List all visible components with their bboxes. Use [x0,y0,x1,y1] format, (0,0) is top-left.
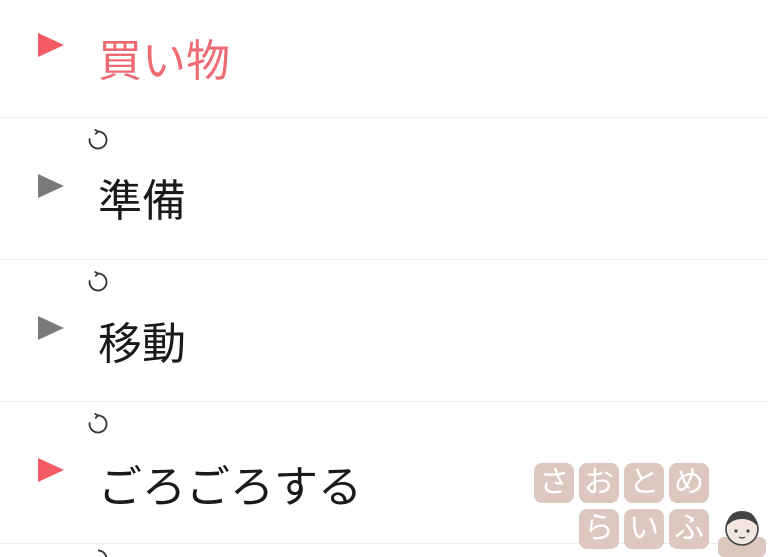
play-triangle-icon[interactable] [38,174,64,198]
item-label: 準備 [98,176,186,227]
item-label: 買い物 [98,36,230,87]
list-item[interactable]: 移動 [0,260,768,400]
play-triangle-icon[interactable] [38,33,64,57]
watermark-char: い [624,509,664,549]
repeat-icon [97,549,108,557]
play-triangle-icon[interactable] [38,316,64,340]
watermark-char: お [579,463,619,503]
play-triangle-icon[interactable] [38,458,64,482]
repeat-icon [88,412,108,434]
avatar-icon [718,511,766,557]
list-item[interactable]: 買い物 [0,0,768,117]
list-item[interactable]: 準備 [0,118,768,258]
repeat-icon [88,128,108,150]
item-label: ごろごろする [98,462,362,513]
task-list: 買い物 準備 移動 ごろごろする さ お と め ら い ふ [0,0,768,557]
watermark-char: さ [534,463,574,503]
repeat-icon [88,270,108,292]
item-label: 移動 [98,319,186,370]
watermark-char: と [624,463,664,503]
watermark-char: ふ [669,509,709,549]
watermark-char: め [669,463,709,503]
watermark-logo: さ お と め ら い ふ [532,463,768,557]
watermark-char: ら [579,509,619,549]
